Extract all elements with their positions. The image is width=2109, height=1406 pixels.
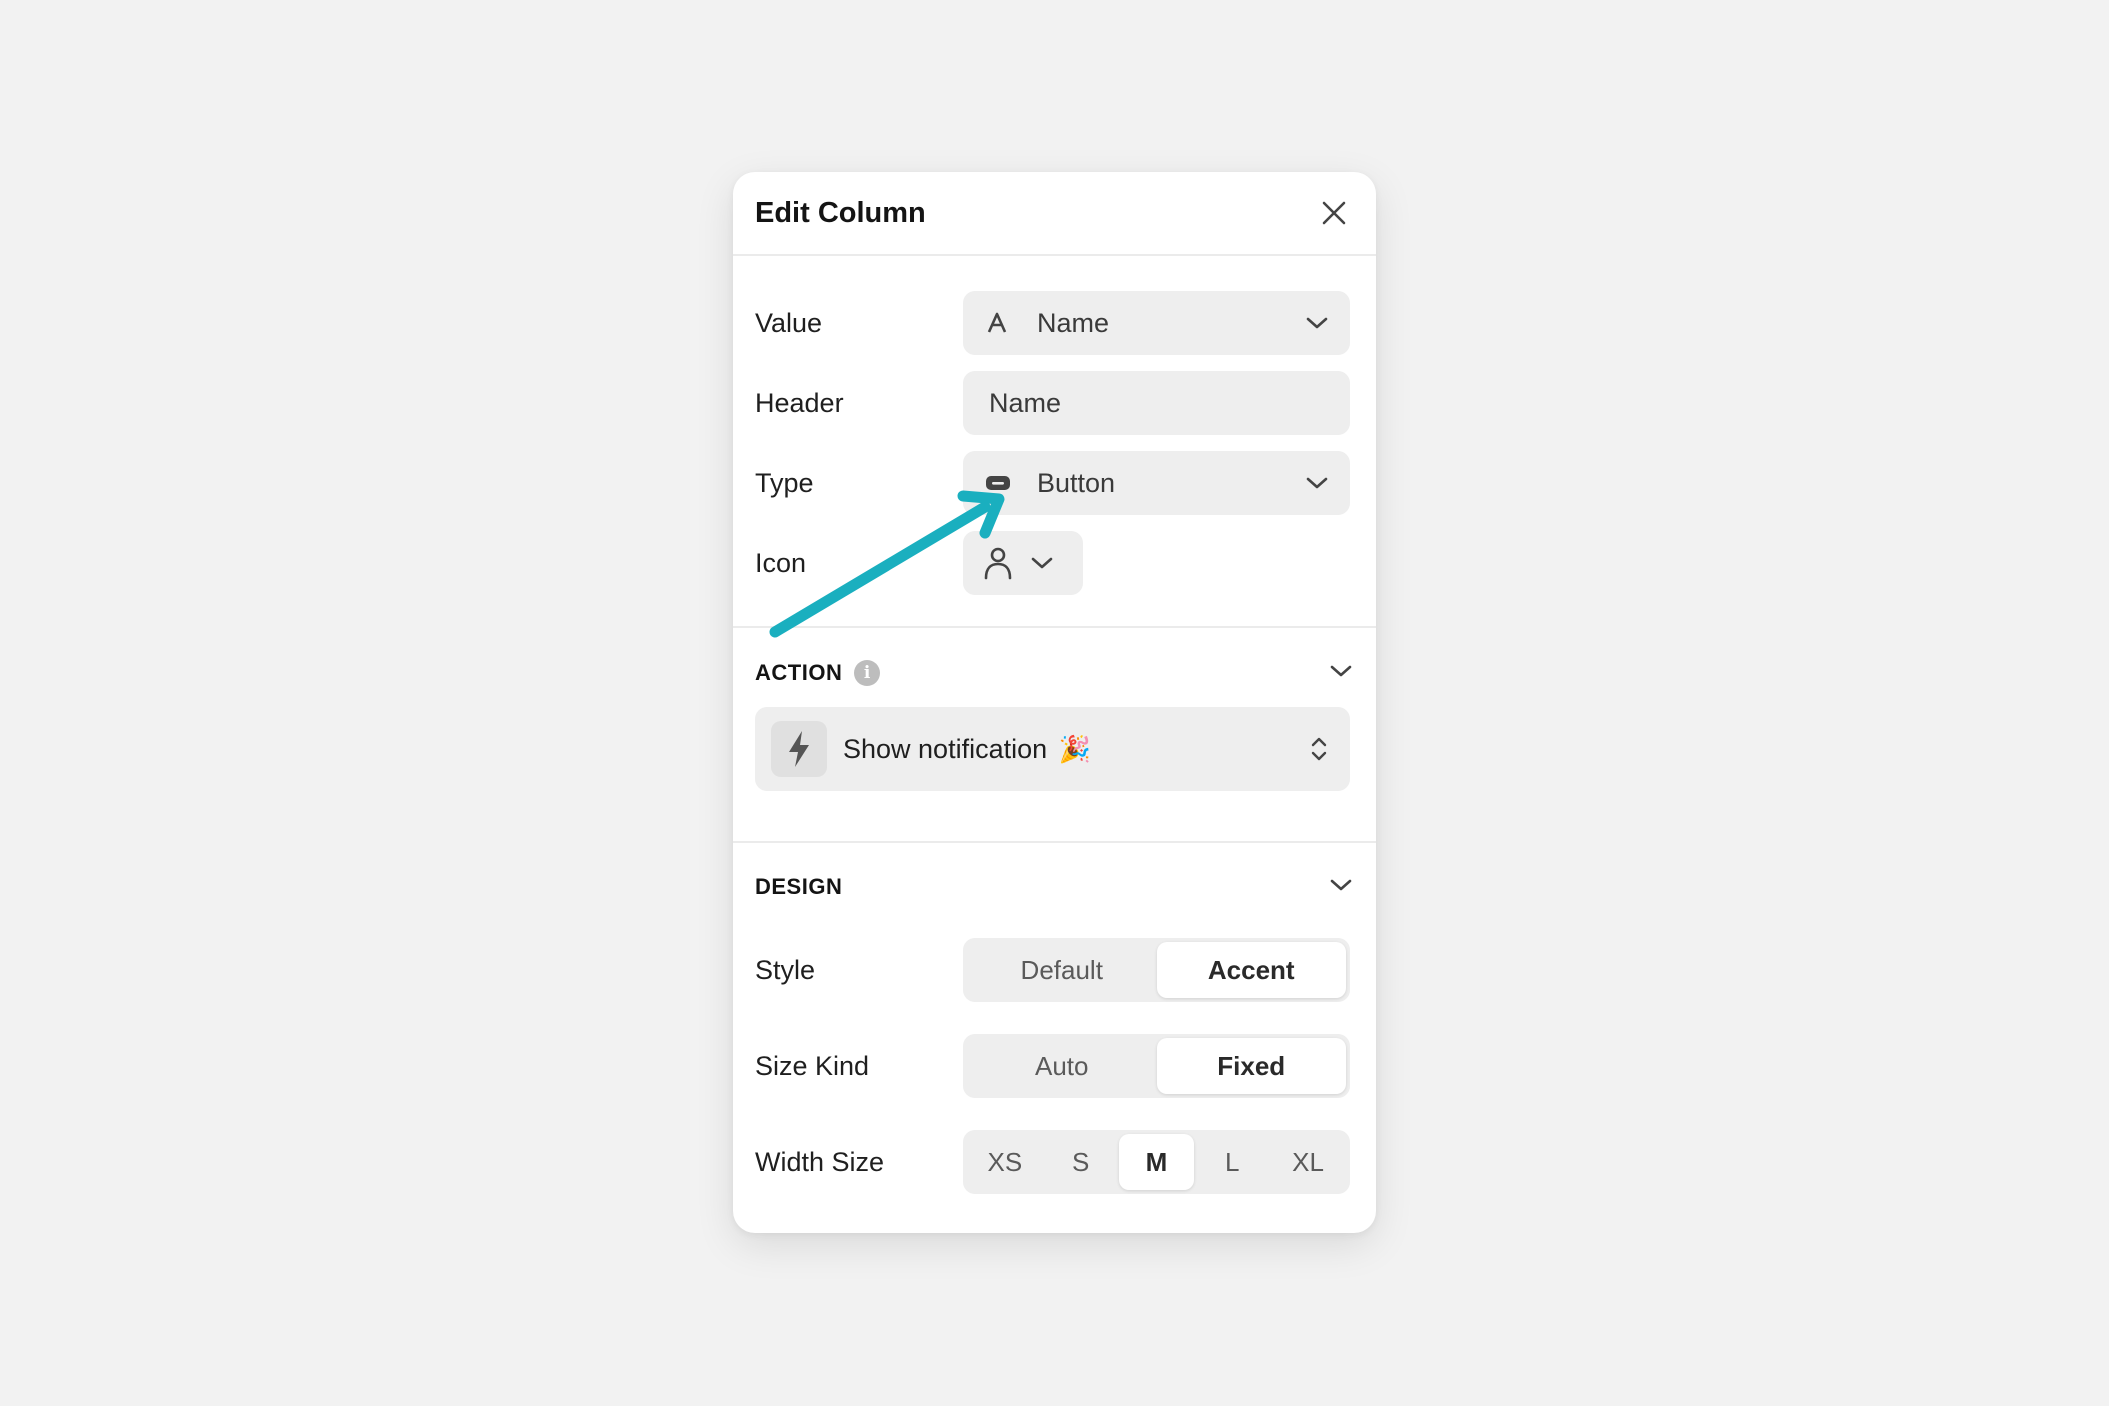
up-down-chevron-icon <box>1310 736 1328 762</box>
divider <box>733 841 1376 843</box>
action-select-text: Show notification 🎉 <box>827 734 1310 765</box>
person-icon <box>983 546 1023 580</box>
button-icon <box>985 474 1027 492</box>
party-emoji: 🎉 <box>1058 733 1092 764</box>
header-label: Header <box>755 387 844 418</box>
dialog-title: Edit Column <box>755 196 926 229</box>
action-section-label: ACTION <box>755 660 843 685</box>
info-icon[interactable]: i <box>854 660 881 686</box>
icon-picker[interactable] <box>963 531 1083 595</box>
style-option-accent[interactable]: Accent <box>1156 942 1346 998</box>
value-select-text: Name <box>1037 307 1110 338</box>
size-kind-option-auto[interactable]: Auto <box>967 1038 1157 1094</box>
value-label: Value <box>755 307 823 338</box>
width-size-label: Width Size <box>755 1146 885 1177</box>
close-icon[interactable] <box>1314 193 1354 233</box>
text-a-icon <box>985 311 1027 335</box>
width-size-option-s[interactable]: S <box>1043 1134 1119 1190</box>
value-select[interactable]: Name <box>963 291 1350 355</box>
chevron-down-icon <box>1306 316 1328 330</box>
icon-label: Icon <box>755 547 807 578</box>
style-option-default[interactable]: Default <box>967 942 1157 998</box>
width-size-option-xl[interactable]: XL <box>1270 1134 1346 1190</box>
divider <box>733 626 1376 628</box>
type-label: Type <box>755 467 814 498</box>
type-select-text: Button <box>1037 467 1116 498</box>
width-size-row: Width Size XS S M L XL <box>755 1130 1350 1194</box>
action-select[interactable]: Show notification 🎉 <box>755 707 1350 791</box>
chevron-down-icon <box>1031 556 1053 570</box>
edit-column-dialog: Edit Column Value Name Header Name Type <box>733 172 1376 1233</box>
size-kind-segmented-control: Auto Fixed <box>963 1034 1350 1098</box>
size-kind-row: Size Kind Auto Fixed <box>755 1034 1350 1098</box>
style-label: Style <box>755 954 816 985</box>
style-segmented-control: Default Accent <box>963 938 1350 1002</box>
header-input-value: Name <box>989 387 1062 418</box>
design-section-title: DESIGN <box>755 874 842 900</box>
type-select[interactable]: Button <box>963 451 1350 515</box>
size-kind-label: Size Kind <box>755 1050 870 1081</box>
width-size-option-m[interactable]: M <box>1118 1134 1195 1190</box>
header-input[interactable]: Name <box>963 371 1350 435</box>
value-row: Value Name <box>755 291 1350 355</box>
action-section-title: ACTION i <box>755 660 881 686</box>
header-row: Header Name <box>755 371 1350 435</box>
style-row: Style Default Accent <box>755 938 1350 1002</box>
action-collapse-chevron-icon[interactable] <box>1330 664 1352 683</box>
width-size-option-l[interactable]: L <box>1194 1134 1270 1190</box>
bolt-icon <box>771 721 827 777</box>
action-select-label: Show notification <box>843 733 1048 764</box>
design-collapse-chevron-icon[interactable] <box>1330 878 1352 897</box>
type-row: Type Button <box>755 451 1350 515</box>
width-size-option-xs[interactable]: XS <box>967 1134 1043 1190</box>
chevron-down-icon <box>1306 476 1328 490</box>
width-size-segmented-control: XS S M L XL <box>963 1130 1350 1194</box>
size-kind-option-fixed[interactable]: Fixed <box>1156 1038 1346 1094</box>
dialog-header: Edit Column <box>733 172 1376 256</box>
design-section-label: DESIGN <box>755 874 843 899</box>
icon-row: Icon <box>755 531 1350 595</box>
